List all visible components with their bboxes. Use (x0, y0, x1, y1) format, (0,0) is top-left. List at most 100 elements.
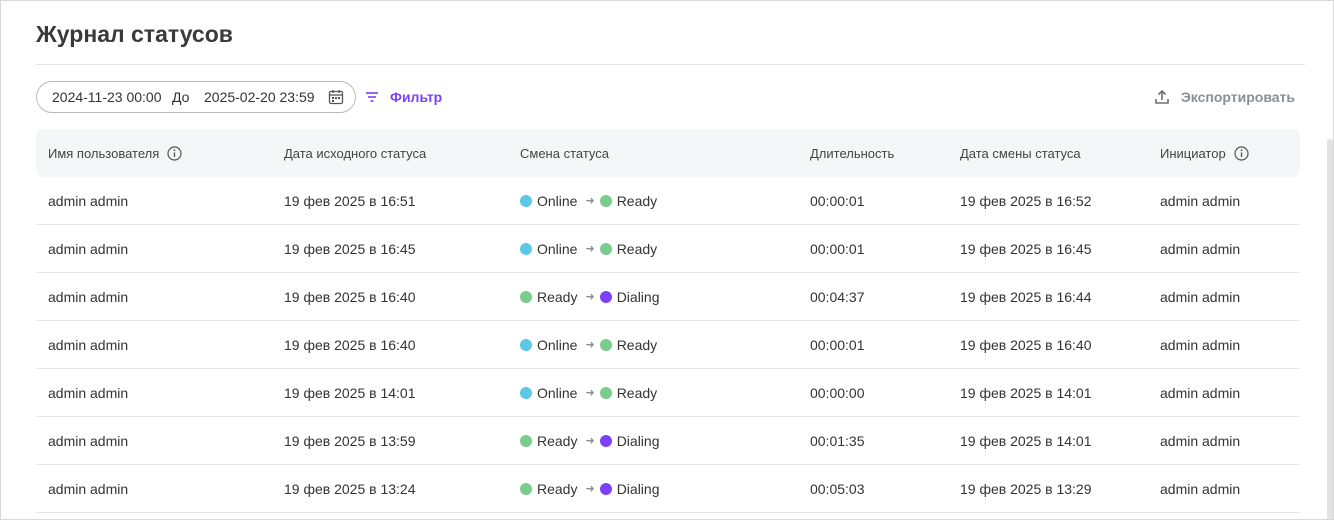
cell-change-date: 19 фев 2025 в 14:01 (960, 432, 1092, 449)
cell-duration: 00:00:01 (810, 240, 865, 257)
cell-initiator: admin admin (1160, 240, 1241, 257)
calendar-icon[interactable] (328, 89, 344, 105)
info-icon[interactable] (167, 145, 182, 161)
arrow-right-icon: ➜ (585, 387, 595, 399)
cell-user: admin admin (48, 432, 129, 449)
info-icon[interactable] (1234, 145, 1249, 161)
header-start-date[interactable]: Дата исходного статуса (284, 146, 426, 161)
status-dot (520, 434, 532, 447)
cell-change-date: 19 фев 2025 в 13:29 (960, 480, 1092, 497)
arrow-right-icon: ➜ (585, 243, 595, 255)
cell-initiator: admin admin (1160, 336, 1241, 353)
status-dot (599, 482, 612, 495)
cell-user: admin admin (48, 336, 129, 353)
status-dot (599, 434, 612, 447)
status-dot (520, 242, 532, 255)
status-dot (599, 386, 612, 399)
cell-status-change: Ready ➜ Dialing (520, 433, 660, 449)
arrow-right-icon: ➜ (585, 195, 595, 207)
status-to: Ready (616, 240, 658, 257)
cell-initiator: admin admin (1160, 432, 1241, 449)
status-from: Online (537, 192, 578, 209)
status-dot (520, 194, 532, 207)
cell-user: admin admin (48, 192, 129, 209)
header-duration[interactable]: Длительность (810, 146, 894, 161)
status-to: Ready (616, 336, 658, 353)
cell-change-date: 19 фев 2025 в 16:40 (960, 336, 1092, 353)
status-dot (520, 290, 532, 303)
export-label: Экспортировать (1180, 89, 1295, 105)
table-row[interactable]: admin admin 19 фев 2025 в 16:40 Ready ➜ Dial… (36, 273, 1300, 321)
table-header: Имя пользователя Дата исходного статуса … (36, 129, 1300, 177)
status-to: Ready (616, 384, 658, 401)
status-dot (520, 482, 532, 495)
cell-duration: 00:05:03 (810, 480, 865, 497)
page-title: Журнал статусов (36, 21, 233, 47)
status-to: Dialing (616, 432, 660, 449)
status-dot (520, 386, 532, 399)
cell-start-date: 19 фев 2025 в 16:45 (284, 240, 416, 257)
header-status-change[interactable]: Смена статуса (520, 146, 609, 161)
arrow-right-icon: ➜ (585, 483, 595, 495)
date-to-value[interactable]: 2025-02-20 23:59 (204, 89, 316, 105)
cell-status-change: Online ➜ Ready (520, 193, 657, 209)
header-user[interactable]: Имя пользователя (48, 146, 182, 161)
status-to: Dialing (616, 288, 660, 305)
cell-status-change: Ready ➜ Dialing (520, 289, 660, 305)
header-change-date[interactable]: Дата смены статуса (960, 146, 1081, 161)
cell-start-date: 19 фев 2025 в 14:01 (284, 384, 416, 401)
table-row[interactable]: admin admin 19 фев 2025 в 13:24 Ready ➜ Dial… (36, 465, 1300, 513)
vertical-scrollbar[interactable] (1327, 139, 1333, 519)
cell-start-date: 19 фев 2025 в 16:51 (284, 192, 416, 209)
cell-change-date: 19 фев 2025 в 16:52 (960, 192, 1092, 209)
arrow-right-icon: ➜ (585, 435, 595, 447)
status-to: Ready (616, 192, 658, 209)
cell-initiator: admin admin (1160, 192, 1241, 209)
header-initiator[interactable]: Инициатор (1160, 146, 1249, 161)
table-row[interactable]: admin admin 19 фев 2025 в 16:45 Online ➜ Rea… (36, 225, 1300, 273)
status-dot (599, 242, 612, 255)
cell-duration: 00:00:00 (810, 384, 865, 401)
status-from: Ready (537, 288, 578, 305)
status-from: Online (537, 336, 578, 353)
cell-status-change: Online ➜ Ready (520, 337, 657, 353)
table-row[interactable]: admin admin 19 фев 2025 в 13:59 Ready ➜ Dial… (36, 417, 1300, 465)
export-button[interactable]: Экспортировать (1153, 86, 1295, 108)
table-row[interactable]: admin admin 19 фев 2025 в 14:01 Online ➜ Rea… (36, 369, 1300, 417)
cell-duration: 00:00:01 (810, 336, 865, 353)
cell-initiator: admin admin (1160, 480, 1241, 497)
cell-change-date: 19 фев 2025 в 14:01 (960, 384, 1092, 401)
table-row[interactable]: admin admin 19 фев 2025 в 16:40 Online ➜ Rea… (36, 321, 1300, 369)
status-dot (599, 194, 612, 207)
arrow-right-icon: ➜ (585, 339, 595, 351)
cell-start-date: 19 фев 2025 в 16:40 (284, 336, 416, 353)
arrow-right-icon: ➜ (585, 291, 595, 303)
cell-duration: 00:01:35 (810, 432, 865, 449)
cell-user: admin admin (48, 288, 129, 305)
cell-status-change: Ready ➜ Dialing (520, 481, 660, 497)
status-from: Online (537, 240, 578, 257)
table-body: admin admin 19 фев 2025 в 16:51 Online ➜ Rea… (36, 177, 1300, 513)
upload-icon (1155, 89, 1169, 104)
cell-initiator: admin admin (1160, 288, 1241, 305)
date-from-value[interactable]: 2024-11-23 00:00 (52, 89, 172, 105)
status-log-panel: Журнал статусов 2024-11-23 00:00 До 2025… (0, 0, 1334, 520)
status-dot (599, 338, 612, 351)
cell-user: admin admin (48, 240, 129, 257)
status-table: Имя пользователя Дата исходного статуса … (36, 129, 1300, 513)
title-divider (36, 64, 1305, 65)
cell-duration: 00:00:01 (810, 192, 865, 209)
cell-status-change: Online ➜ Ready (520, 385, 657, 401)
status-dot (599, 290, 612, 303)
cell-change-date: 19 фев 2025 в 16:44 (960, 288, 1092, 305)
table-row[interactable]: admin admin 19 фев 2025 в 16:51 Online ➜ Rea… (36, 177, 1300, 225)
cell-start-date: 19 фев 2025 в 13:59 (284, 432, 416, 449)
status-from: Ready (537, 480, 578, 497)
filter-icon (366, 92, 378, 102)
status-from: Ready (537, 432, 578, 449)
cell-change-date: 19 фев 2025 в 16:45 (960, 240, 1092, 257)
filter-label: Фильтр (390, 89, 443, 105)
filter-button[interactable]: Фильтр (364, 86, 442, 108)
cell-start-date: 19 фев 2025 в 16:40 (284, 288, 416, 305)
date-range-picker[interactable]: 2024-11-23 00:00 До 2025-02-20 23:59 (36, 81, 356, 113)
